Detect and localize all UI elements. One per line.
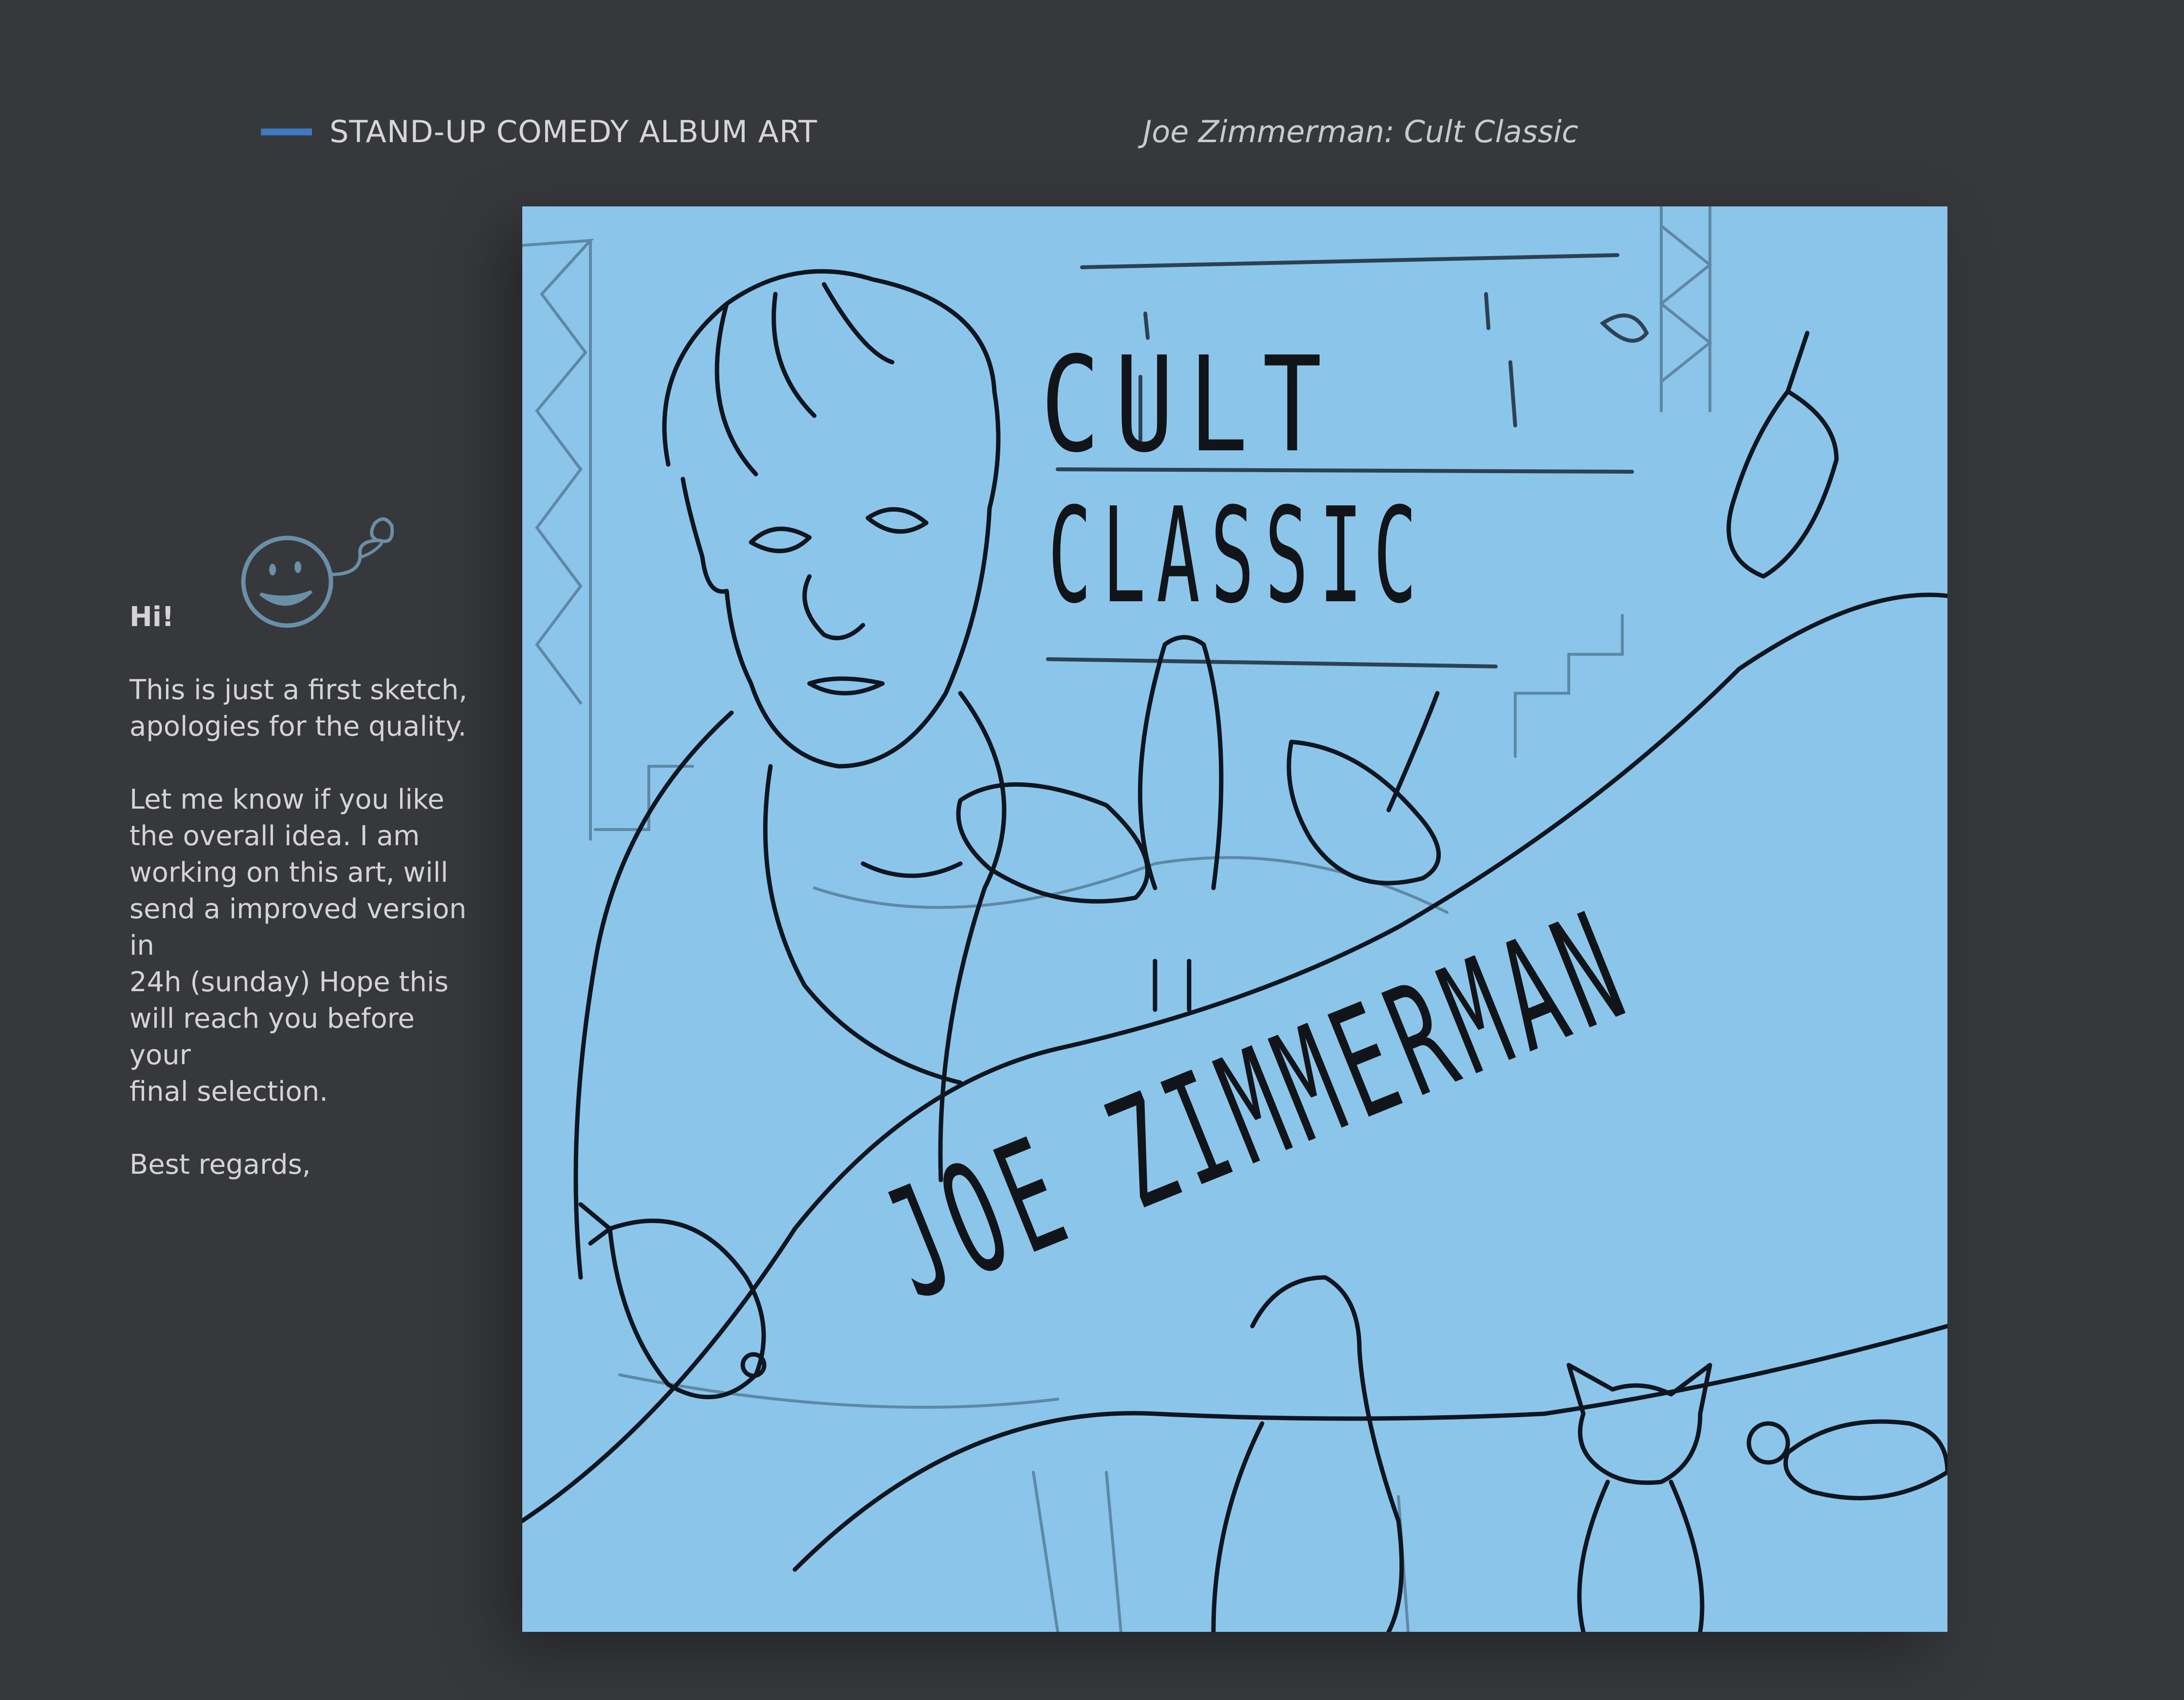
album-artwork-sketch: CULT CLASSIC JOE ZIMMERMAN <box>522 206 1947 1632</box>
category-accent-bar <box>261 129 312 135</box>
artist-note: Hi! This is just a first sketch, apologi… <box>129 599 480 1220</box>
album-title-line-2: CLASSIC <box>1048 479 1428 632</box>
note-sign-off: Best regards, <box>129 1149 311 1181</box>
page: STAND-UP COMEDY ALBUM ART Joe Zimmerman:… <box>0 0 2184 1700</box>
album-title-line-1: CULT <box>1041 328 1337 481</box>
note-paragraph-1: This is just a first sketch, apologies f… <box>129 674 468 742</box>
category-label: STAND-UP COMEDY ALBUM ART <box>330 114 818 149</box>
note-greeting: Hi! <box>129 601 174 633</box>
note-paragraph-2: Let me know if you like the overall idea… <box>129 784 467 1108</box>
project-title: Joe Zimmerman: Cult Classic <box>1143 114 1578 149</box>
